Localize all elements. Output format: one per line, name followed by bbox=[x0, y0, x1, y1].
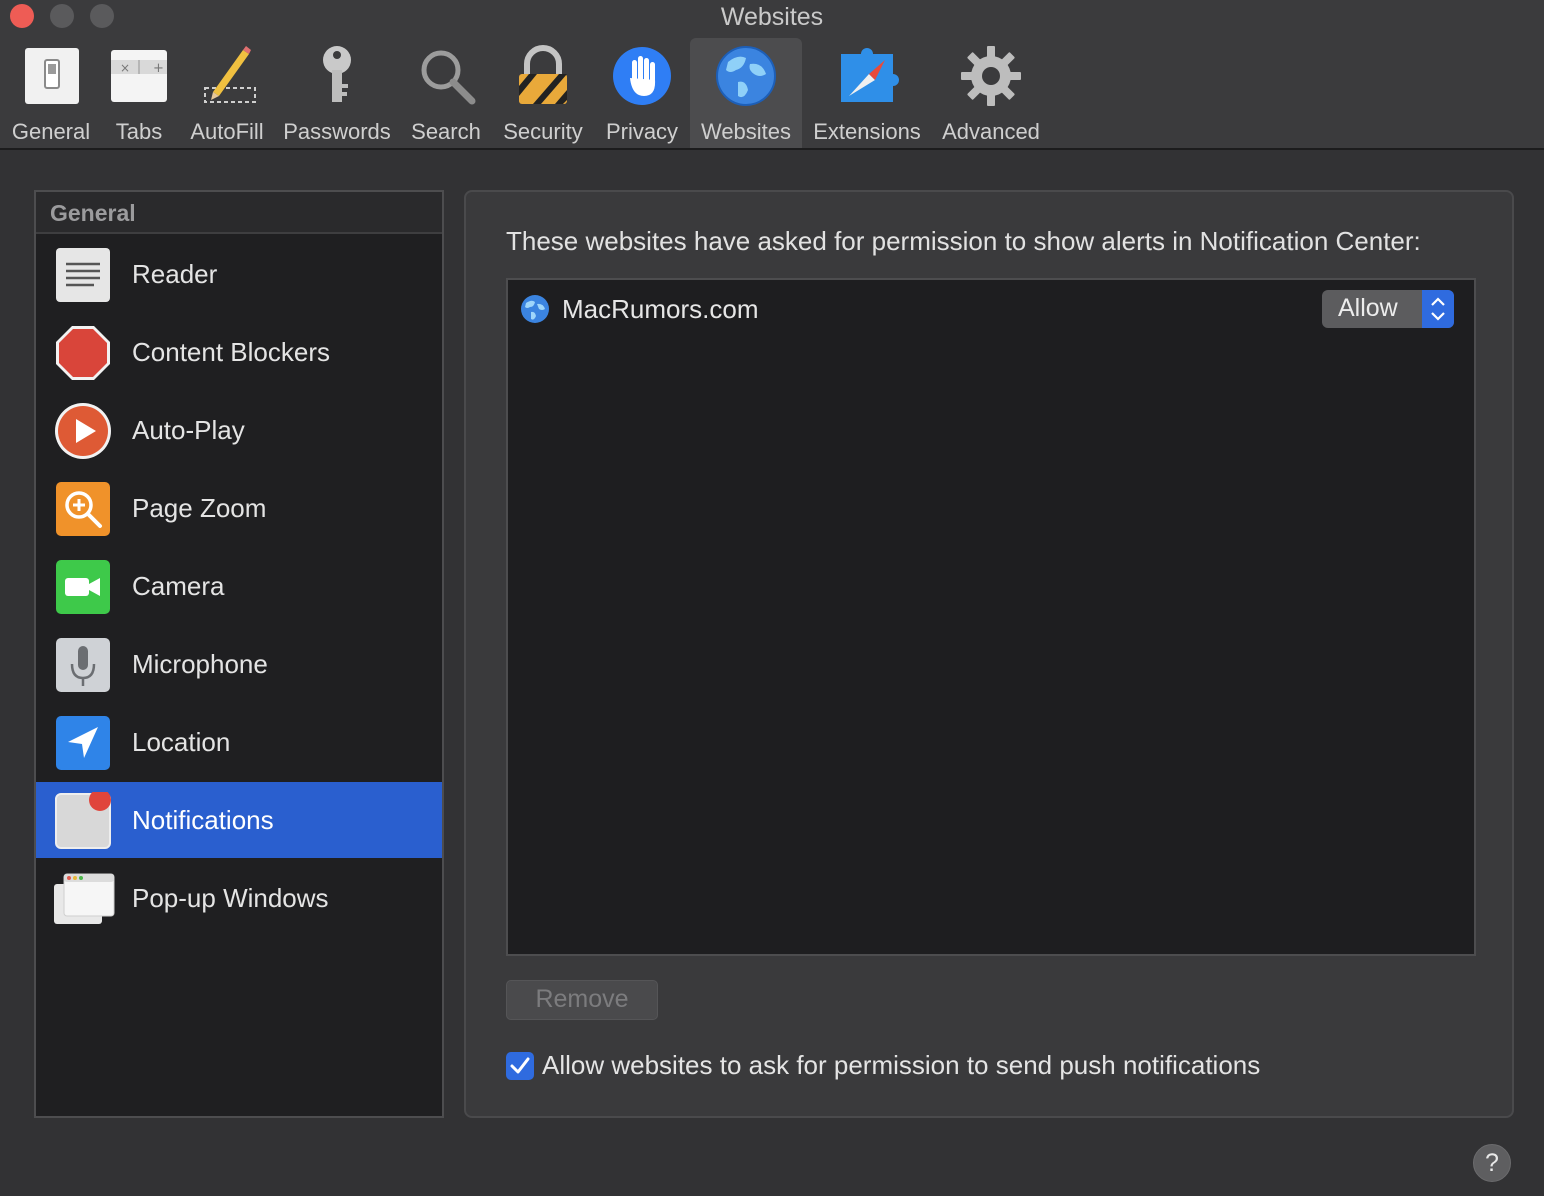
notifications-panel: These websites have asked for permission… bbox=[464, 190, 1514, 1118]
autofill-pencil-icon bbox=[195, 44, 259, 108]
toolbar-tab-autofill[interactable]: AutoFill bbox=[184, 38, 270, 148]
help-button[interactable]: ? bbox=[1473, 1144, 1511, 1182]
toolbar-tab-tabs[interactable]: × + Tabs bbox=[104, 38, 174, 148]
general-switch-icon bbox=[19, 44, 83, 108]
magnifier-icon bbox=[414, 44, 478, 108]
lock-icon bbox=[511, 44, 575, 108]
toolbar-label: Advanced bbox=[942, 119, 1040, 144]
toolbar-label: Privacy bbox=[605, 119, 679, 144]
sidebar-item-content-blockers[interactable]: Content Blockers bbox=[36, 314, 442, 390]
toolbar-tab-privacy[interactable]: Privacy bbox=[600, 38, 684, 148]
sidebar-item-location[interactable]: Location bbox=[36, 704, 442, 780]
hand-icon bbox=[610, 44, 674, 108]
reader-icon bbox=[54, 246, 112, 304]
permission-select[interactable]: Allow bbox=[1322, 290, 1454, 328]
sidebar-item-label: Auto-Play bbox=[132, 414, 245, 445]
svg-text:×: × bbox=[120, 61, 130, 75]
zoom-icon bbox=[54, 480, 112, 538]
sidebar-item-label: Page Zoom bbox=[132, 492, 267, 523]
website-name: MacRumors.com bbox=[562, 294, 759, 324]
toolbar-label: General bbox=[11, 119, 91, 144]
sidebar-item-page-zoom[interactable]: Page Zoom bbox=[36, 470, 442, 546]
sidebar-item-auto-play[interactable]: Auto-Play bbox=[36, 392, 442, 468]
toolbar-tab-search[interactable]: Search bbox=[404, 38, 488, 148]
sidebar-item-camera[interactable]: Camera bbox=[36, 548, 442, 624]
sidebar-item-label: Notifications bbox=[132, 804, 274, 835]
toolbar-tab-security[interactable]: Security bbox=[496, 38, 590, 148]
toolbar-label: Search bbox=[411, 119, 481, 144]
sidebar-item-label: Content Blockers bbox=[132, 336, 330, 367]
website-row[interactable]: MacRumors.com Allow bbox=[508, 280, 1474, 338]
allow-push-checkbox[interactable] bbox=[506, 1052, 534, 1080]
popup-windows-icon bbox=[54, 870, 115, 928]
sidebar-item-label: Camera bbox=[132, 570, 225, 601]
sidebar-item-label: Microphone bbox=[132, 648, 268, 679]
microphone-icon bbox=[54, 636, 112, 694]
tabs-icon: × + bbox=[107, 44, 171, 108]
notification-badge-icon bbox=[54, 789, 112, 850]
toolbar-tab-advanced[interactable]: Advanced bbox=[934, 38, 1048, 148]
toolbar-tab-general[interactable]: General bbox=[6, 38, 96, 148]
play-icon bbox=[54, 402, 112, 460]
sidebar: General Reader Content Blockers Auto-Pla… bbox=[34, 190, 444, 1118]
globe-icon bbox=[714, 44, 778, 108]
key-icon bbox=[305, 44, 369, 108]
sidebar-item-label: Pop-up Windows bbox=[132, 882, 329, 913]
up-down-chevron-icon bbox=[1422, 290, 1454, 328]
sidebar-item-microphone[interactable]: Microphone bbox=[36, 626, 442, 702]
permission-value: Allow bbox=[1338, 294, 1398, 322]
globe-icon bbox=[520, 294, 550, 324]
panel-description: These websites have asked for permission… bbox=[506, 226, 1421, 256]
svg-text:+: + bbox=[153, 61, 164, 76]
toolbar-label: Tabs bbox=[115, 119, 163, 144]
window-title: Websites bbox=[720, 3, 824, 31]
sidebar-item-popup-windows[interactable]: Pop-up Windows bbox=[36, 860, 442, 936]
gear-icon bbox=[959, 44, 1023, 108]
puzzle-compass-icon bbox=[835, 44, 899, 108]
toolbar-tab-extensions[interactable]: Extensions bbox=[808, 38, 926, 148]
toolbar-label: Websites bbox=[700, 119, 792, 144]
toolbar-tab-websites[interactable]: Websites bbox=[690, 38, 802, 148]
remove-button[interactable]: Remove bbox=[506, 980, 658, 1020]
checkmark-icon bbox=[510, 1057, 530, 1074]
sidebar-item-notifications[interactable]: Notifications bbox=[36, 782, 442, 858]
sidebar-section-header: General bbox=[36, 192, 442, 234]
toolbar-label: Passwords bbox=[283, 119, 391, 144]
toolbar-label: Security bbox=[503, 119, 583, 144]
camera-icon bbox=[54, 558, 112, 616]
toolbar-tab-passwords[interactable]: Passwords bbox=[280, 38, 394, 148]
stop-sign-icon bbox=[54, 324, 112, 382]
location-arrow-icon bbox=[54, 714, 112, 772]
sidebar-item-reader[interactable]: Reader bbox=[36, 236, 442, 312]
website-list[interactable]: MacRumors.com Allow bbox=[506, 278, 1476, 956]
toolbar-label: AutoFill bbox=[190, 119, 264, 144]
toolbar-label: Extensions bbox=[813, 119, 921, 144]
toolbar: Websites General × + Tabs AutoFill Passw… bbox=[0, 0, 1544, 150]
sidebar-item-label: Location bbox=[132, 726, 231, 757]
sidebar-item-label: Reader bbox=[132, 258, 218, 289]
allow-push-checkbox-label[interactable]: Allow websites to ask for permission to … bbox=[542, 1050, 1260, 1081]
